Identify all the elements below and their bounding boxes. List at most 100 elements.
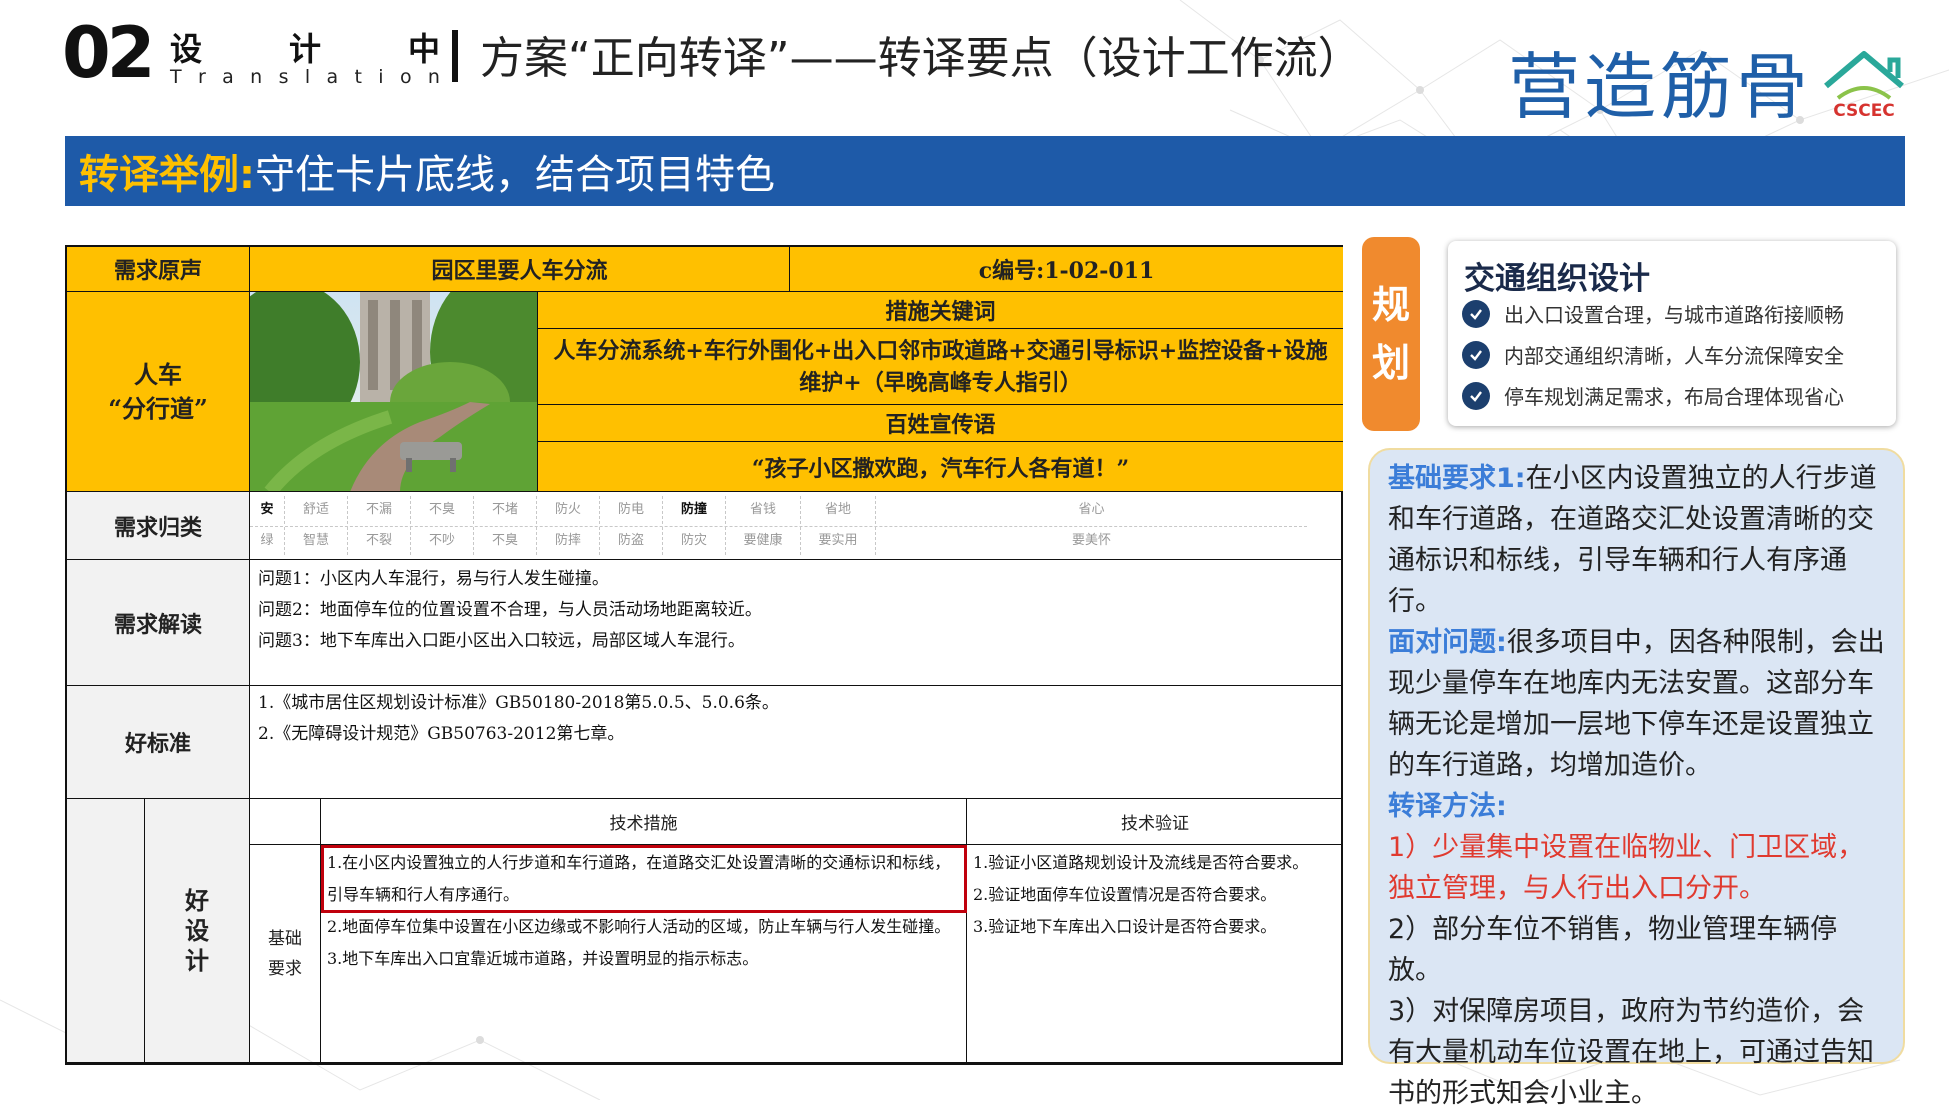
section-en-char: T	[170, 66, 182, 88]
checklist-item: 停车规划满足需求，布局合理体现省心	[1462, 381, 1844, 410]
standard-item: 1.《城市居住区规划设计标准》GB50180-2018第5.0.5、5.0.6条…	[258, 693, 779, 713]
sub-label-line: 要求	[268, 958, 302, 979]
label-demand-voice: 需求原声	[67, 247, 250, 292]
category-tag: 省地	[801, 496, 876, 524]
tech-verify-line: 2.验证地面停车位设置情况是否符合要求。	[973, 885, 1277, 904]
category-tag: 要健康	[726, 527, 801, 555]
category-tag: 不臭	[474, 527, 537, 555]
checklist-text: 停车规划满足需求，布局合理体现省心	[1504, 385, 1844, 409]
section-en-char: n	[427, 66, 440, 88]
category-row-bottom: 绿 智慧 不裂 不吵 不臭 防摔 防盗 防灾 要健康 要实用 要美怀	[250, 526, 1307, 555]
page-title: 方案“正向转译”——转译要点（设计工作流）	[480, 33, 1362, 84]
problem-paragraph: 面对问题:很多项目中，因各种限制，会出现少量停车在地库内无法安置。这部分车辆无论…	[1388, 622, 1885, 786]
interpretation-cell: 问题1：小区内人车混行，易与行人发生碰撞。 问题2：地面停车位的位置设置不合理，…	[250, 560, 1343, 686]
slogan-text: “孩子小区撒欢跑，汽车行人各有道！”	[538, 442, 1343, 492]
slogan-header: 百姓宣传语	[538, 405, 1343, 442]
section-number: 02	[62, 12, 155, 94]
cscec-logo-icon: CSCEC	[1824, 51, 1904, 121]
tech-measure-cell: 1.在小区内设置独立的人行步道和车行道路，在道路交汇处设置清晰的交通标识和标线，…	[321, 845, 967, 1063]
tech-verify-list: 1.验证小区道路规划设计及流线是否符合要求。 2.验证地面停车位设置情况是否符合…	[973, 847, 1308, 943]
problem-list: 问题1：小区内人车混行，易与行人发生碰撞。 问题2：地面停车位的位置设置不合理，…	[258, 564, 762, 657]
standard-item: 2.《无障碍设计规范》GB50763-2012第七章。	[258, 724, 625, 744]
requirement-card-table: 需求原声 园区里要人车分流 c编号:1-02-011 人车 “分行道” 措施关键…	[65, 245, 1343, 1065]
check-icon	[1462, 299, 1490, 328]
section-en-char: s	[278, 66, 289, 88]
method-item-1: 1）少量集中设置在临物业、门卫区域，独立管理，与人行出入口分开。	[1388, 832, 1865, 904]
section-name-en: T r a n s l a t i o n	[170, 66, 440, 88]
label-char: 设	[185, 915, 209, 945]
section-en-char: i	[378, 66, 384, 88]
category-tag: 不堵	[474, 496, 537, 524]
category-tag: 防灾	[663, 527, 726, 555]
check-icon	[1462, 381, 1490, 410]
category-tag: 要美怀	[1071, 533, 1111, 548]
label-char: 好	[185, 885, 209, 915]
label-char: 计	[185, 945, 209, 975]
keyword-text: 人车分流系统+车行外围化+出入口邻市政道路+交通引导标识+监控设备+设施维护+（…	[538, 329, 1343, 405]
category-tag: 不漏	[348, 496, 411, 524]
section-name-char: 设	[170, 30, 203, 68]
category-tag: 省心	[1078, 502, 1105, 517]
tech-measure-header: 技术措施	[321, 799, 967, 845]
plan-tab-char: 划	[1371, 341, 1410, 385]
section-en-char: r	[197, 66, 206, 88]
section-name-char: 计	[288, 30, 321, 68]
problem-item: 问题1：小区内人车混行，易与行人发生碰撞。	[258, 569, 609, 589]
problem-item: 问题3：地下车库出入口距小区出入口较远，局部区域人车混行。	[258, 631, 745, 651]
plan-tab-char: 规	[1371, 283, 1410, 327]
section-en-char: o	[399, 66, 412, 88]
category-tag: 绿	[250, 527, 285, 555]
category-tag: 防摔	[537, 527, 600, 555]
requirement-label: 基础要求1:	[1388, 463, 1526, 494]
check-icon	[1462, 340, 1490, 369]
label-demand-category: 需求归类	[67, 492, 250, 560]
tech-verify-line: 3.验证地下车库出入口设计是否符合要求。	[973, 917, 1277, 936]
tech-verify-header: 技术验证	[967, 799, 1343, 845]
tech-measure-line: 2.地面停车位集中设置在小区边缘或不影响行人活动的区域，防止车辆与行人发生碰撞。	[327, 917, 951, 936]
category-tag: 智慧	[285, 527, 348, 555]
demand-title: 园区里要人车分流	[250, 247, 790, 292]
label-line: 人车	[134, 359, 182, 389]
brand-slogan: 营造筋骨	[1508, 45, 1813, 129]
category-tag: 不臭	[411, 496, 474, 524]
category-tag: 舒适	[285, 496, 348, 524]
tech-verify-line: 1.验证小区道路规划设计及流线是否符合要求。	[973, 853, 1309, 872]
method-item-2: 2）部分车位不销售，物业管理车辆停放。	[1388, 914, 1838, 986]
keyword-header: 措施关键词	[538, 292, 1343, 329]
label-people-car-path: 人车 “分行道”	[67, 292, 250, 492]
sub-label-basic-requirement: 基础 要求	[250, 845, 321, 1063]
park-path-photo	[250, 292, 538, 492]
problem-label: 面对问题:	[1388, 627, 1507, 658]
tech-measure-line: 3.地下车库出入口宜靠近城市道路，并设置明显的指示标志。	[327, 949, 759, 968]
translation-note-panel: 基础要求1:在小区内设置独立的人行步道和车行道路，在道路交汇处设置清晰的交通标识…	[1368, 448, 1905, 1109]
traffic-design-card: 交通组织设计 出入口设置合理，与城市道路衔接顺畅 内部交通组织清晰，人车分流保障…	[1448, 241, 1896, 426]
checklist-text: 内部交通组织清晰，人车分流保障安全	[1504, 344, 1844, 368]
tech-verify-cell: 1.验证小区道路规划设计及流线是否符合要求。 2.验证地面停车位设置情况是否符合…	[967, 845, 1343, 1063]
label-line: “分行道”	[108, 393, 208, 423]
method-label: 转译方法:	[1388, 791, 1507, 822]
section-en-char: n	[250, 66, 263, 88]
section-en-char: a	[222, 66, 234, 88]
problem-item: 问题2：地面停车位的位置设置不合理，与人员活动场地距离较近。	[258, 600, 762, 620]
planning-tab[interactable]: 规 划	[1362, 237, 1420, 431]
section-en-char: l	[304, 66, 311, 88]
logo-text: CSCEC	[1833, 101, 1895, 121]
checklist-item: 出入口设置合理，与城市道路衔接顺畅	[1462, 299, 1844, 328]
banner-highlight: 转译举例:	[79, 152, 255, 198]
section-en-char: a	[326, 66, 339, 88]
category-tag: 安	[250, 496, 285, 524]
section-name-cn: 设 计 中	[170, 24, 440, 70]
category-tag: 要实用	[801, 527, 876, 555]
banner-subtitle: 守住卡片底线，结合项目特色	[255, 152, 775, 198]
requirement-paragraph: 基础要求1:在小区内设置独立的人行步道和车行道路，在道路交汇处设置清晰的交通标识…	[1388, 458, 1885, 622]
header-separator	[452, 30, 458, 82]
category-row-top: 安 舒适 不漏 不臭 不堵 防火 防电 防撞 省钱 省地 省心	[250, 496, 1307, 524]
checklist-item: 内部交通组织清晰，人车分流保障安全	[1462, 340, 1844, 369]
garden-path-image	[250, 292, 537, 491]
category-tag: 不吵	[411, 527, 474, 555]
demand-code: c编号:1-02-011	[790, 247, 1343, 292]
standard-cell: 1.《城市居住区规划设计标准》GB50180-2018第5.0.5、5.0.6条…	[250, 686, 1343, 799]
category-tag: 不裂	[348, 527, 411, 555]
label-demand-interpretation: 需求解读	[67, 560, 250, 686]
sub-label-line: 基础	[268, 928, 302, 949]
